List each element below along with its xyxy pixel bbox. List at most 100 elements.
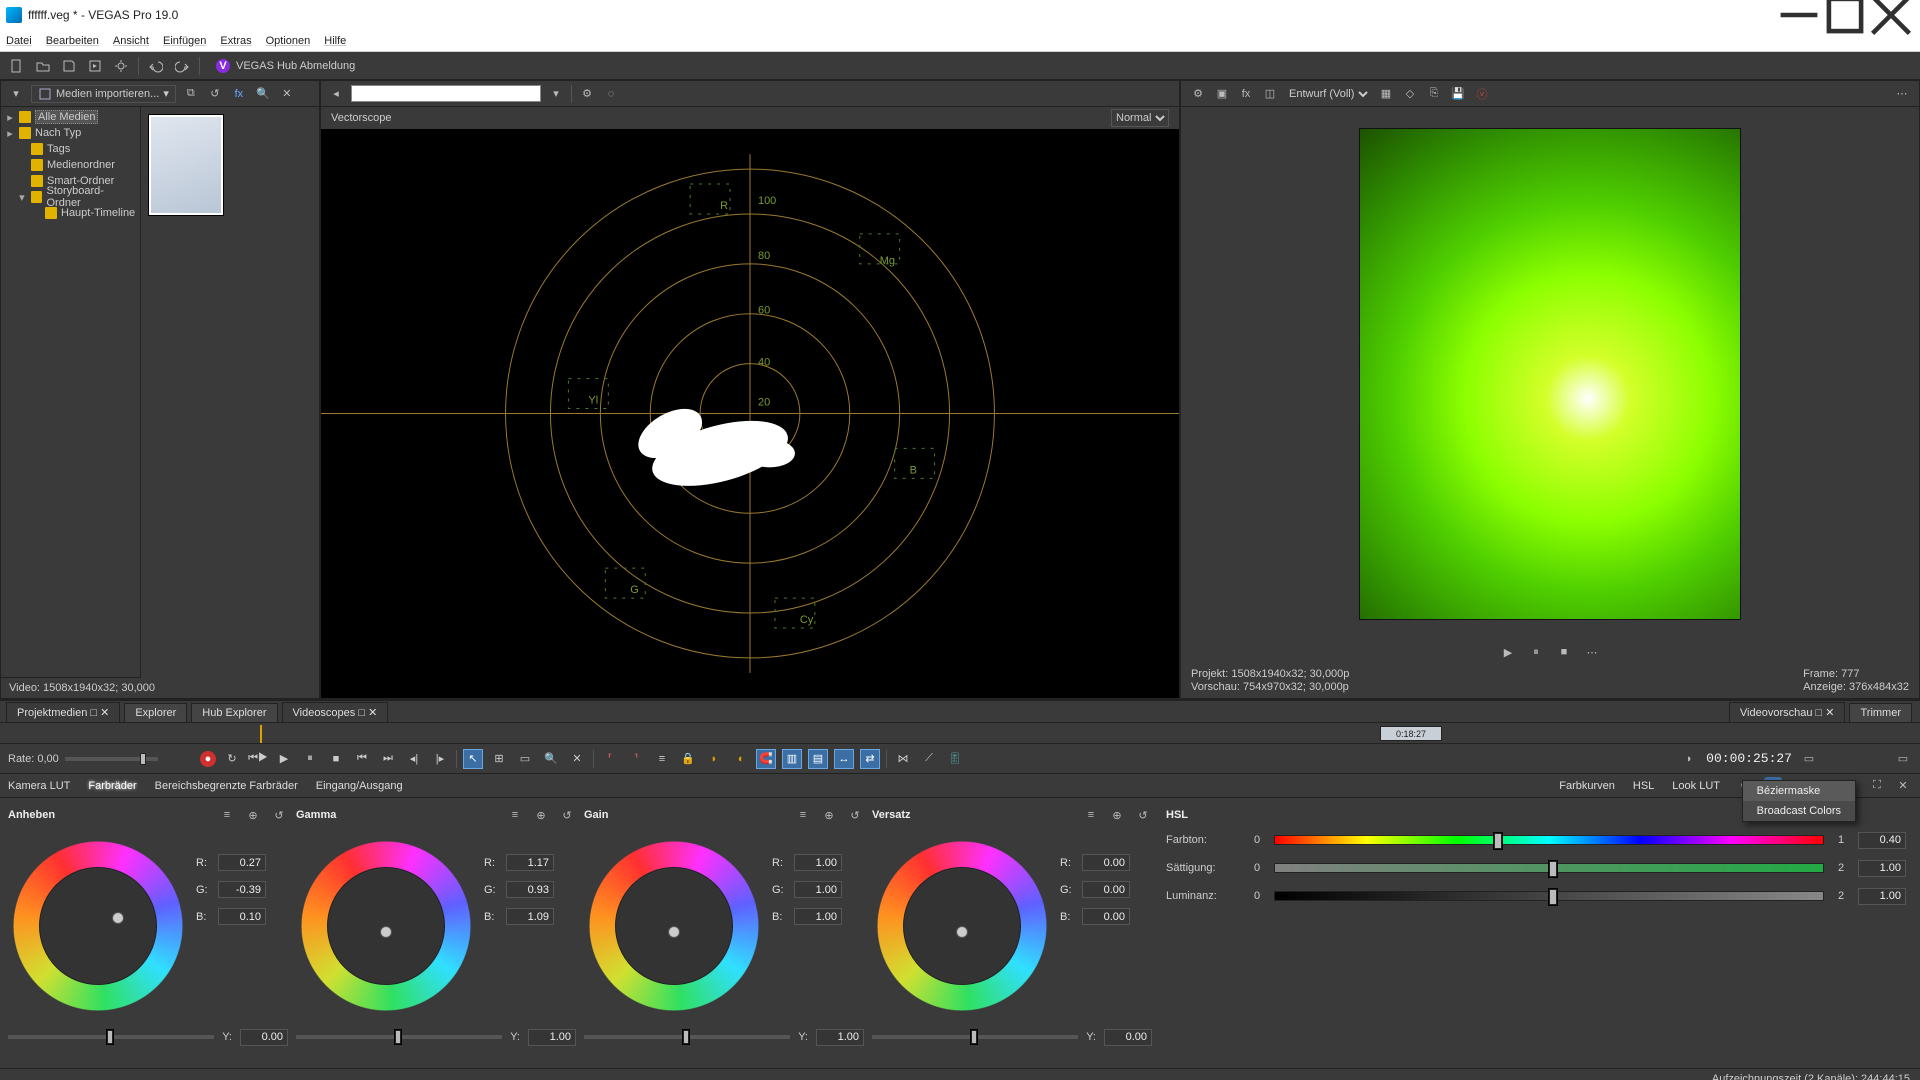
wheel-b-input[interactable] — [218, 908, 266, 925]
wheel-sliders-icon[interactable]: ≡ — [1082, 806, 1100, 824]
crossfade-button[interactable]: ⋈ — [893, 749, 913, 769]
wheel-b-input[interactable] — [1082, 908, 1130, 925]
tab-trimmer[interactable]: Trimmer — [1849, 703, 1912, 722]
render-icon[interactable] — [86, 57, 104, 75]
hsl-hue-input[interactable] — [1858, 832, 1906, 849]
wheel-y-input[interactable] — [816, 1029, 864, 1046]
preview-grid-icon[interactable]: ▦ — [1377, 85, 1395, 103]
color-wheel[interactable] — [8, 826, 188, 1026]
record-button[interactable]: ● — [200, 751, 216, 767]
tree-haupt-timeline[interactable]: Haupt-Timeline — [3, 205, 138, 221]
tab-look-lut[interactable]: Look LUT — [1672, 780, 1720, 792]
split-button[interactable]: ≡ — [652, 749, 672, 769]
tab-hub-explorer[interactable]: Hub Explorer — [191, 703, 277, 722]
autofade-button[interactable]: ⟋ — [919, 749, 939, 769]
scope-search-input[interactable] — [351, 85, 541, 102]
timecode-display[interactable]: 00:00:25:27 — [1706, 751, 1792, 766]
preview-stop-button[interactable]: ■ — [1555, 643, 1573, 661]
scope-settings-icon[interactable]: ⚙ — [578, 85, 596, 103]
new-project-icon[interactable] — [8, 57, 26, 75]
scope-dropdown-icon[interactable]: ▾ — [547, 85, 565, 103]
wheel-r-input[interactable] — [794, 854, 842, 871]
preview-fx-icon[interactable]: fx — [1237, 85, 1255, 103]
wheel-sliders-icon[interactable]: ≡ — [218, 806, 236, 824]
mixer-button[interactable]: 🎚 — [945, 749, 965, 769]
tab-videoscopes[interactable]: Videoscopes □ ✕ — [282, 702, 389, 722]
menu-ansicht[interactable]: Ansicht — [113, 35, 149, 47]
hsl-lum-slider[interactable] — [1274, 891, 1824, 901]
tab-eingang-ausgang[interactable]: Eingang/Ausgang — [316, 780, 403, 792]
tab-close-icon[interactable]: ✕ — [368, 707, 377, 719]
wheel-handle[interactable] — [668, 926, 680, 938]
close-panel-icon[interactable]: ✕ — [278, 85, 296, 103]
envelope-tool[interactable]: ⊞ — [489, 749, 509, 769]
play-button[interactable]: ▶ — [274, 749, 294, 769]
hsl-hue-slider[interactable] — [1274, 835, 1824, 845]
wheel-g-input[interactable] — [1082, 881, 1130, 898]
play-start-button[interactable]: ⏮▶ — [248, 749, 268, 769]
go-end-button[interactable]: ⏭ — [378, 749, 398, 769]
scope-mode-select[interactable]: Normal — [1111, 109, 1169, 127]
wheel-reset-icon[interactable]: ↺ — [270, 806, 288, 824]
hub-status[interactable]: V VEGAS Hub Abmeldung — [216, 59, 355, 73]
rate-slider[interactable] — [65, 757, 158, 761]
wheel-handle[interactable] — [380, 926, 392, 938]
search-icon[interactable]: 🔍 — [254, 85, 272, 103]
hsl-sat-input[interactable] — [1858, 860, 1906, 877]
preview-copy-icon[interactable]: ⎘ — [1425, 85, 1443, 103]
normal-edit-tool[interactable]: ↖ — [463, 749, 483, 769]
media-tree[interactable]: ▸Alle Medien ▸Nach Typ Tags Medienordner… — [1, 107, 141, 678]
wheel-handle[interactable] — [112, 912, 124, 924]
quantize-button[interactable]: ▥ — [782, 749, 802, 769]
save-icon[interactable] — [60, 57, 78, 75]
trim-start-button[interactable]: ⸢ — [600, 749, 620, 769]
import-media-button[interactable]: Medien importieren... ▾ — [31, 85, 176, 103]
wheel-y-slider[interactable] — [8, 1035, 214, 1039]
menu-hilfe[interactable]: Hilfe — [324, 35, 346, 47]
timeline-clip[interactable]: 0:18:27 — [1380, 726, 1442, 741]
preview-external-icon[interactable]: ▣ — [1213, 85, 1231, 103]
wheel-reset-icon[interactable]: ↺ — [1134, 806, 1152, 824]
tab-pin-icon[interactable]: □ — [358, 707, 365, 719]
preview-pause-button[interactable]: ⏸ — [1527, 643, 1545, 661]
loop-button[interactable]: ↻ — [222, 749, 242, 769]
tab-projektmedien[interactable]: Projektmedien □ ✕ — [6, 702, 120, 722]
wheel-target-icon[interactable]: ⊕ — [1108, 806, 1126, 824]
hsl-sat-slider[interactable] — [1274, 863, 1824, 873]
wheel-g-input[interactable] — [506, 881, 554, 898]
hsl-lum-input[interactable] — [1858, 888, 1906, 905]
properties-icon[interactable] — [112, 57, 130, 75]
media-thumbnail[interactable] — [149, 115, 223, 215]
tab-pin-icon[interactable]: □ — [1816, 707, 1823, 719]
wheel-g-input[interactable] — [218, 881, 266, 898]
preview-viewport[interactable] — [1181, 107, 1919, 640]
wheel-r-input[interactable] — [1082, 854, 1130, 871]
delete-tool[interactable]: ✕ — [567, 749, 587, 769]
color-wheel[interactable] — [296, 826, 476, 1026]
wheel-handle[interactable] — [956, 926, 968, 938]
open-icon[interactable] — [34, 57, 52, 75]
wheel-y-slider[interactable] — [296, 1035, 502, 1039]
ctx-broadcast-colors[interactable]: Broadcast Colors — [1743, 801, 1855, 821]
go-start-button[interactable]: ⏮ — [352, 749, 372, 769]
preview-more-icon[interactable]: ⋯ — [1893, 85, 1911, 103]
timecode-dropdown-icon[interactable]: ▭ — [1800, 750, 1818, 768]
marker-flag1[interactable]: ◗ — [704, 749, 724, 769]
ripple-all-button[interactable]: ⇄ — [860, 749, 880, 769]
prev-frame-button[interactable]: ◂| — [404, 749, 424, 769]
wheel-reset-icon[interactable]: ↺ — [558, 806, 576, 824]
tab-farbraeder[interactable]: Farbräder — [88, 780, 136, 792]
wheel-y-input[interactable] — [240, 1029, 288, 1046]
media-thumbnails[interactable] — [141, 107, 319, 678]
pause-button[interactable]: ⏸ — [300, 749, 320, 769]
menu-optionen[interactable]: Optionen — [266, 35, 311, 47]
color-wheel[interactable] — [584, 826, 764, 1026]
autoripple-button[interactable]: ↔ — [834, 749, 854, 769]
zoom-tool[interactable]: 🔍 — [541, 749, 561, 769]
wheel-r-input[interactable] — [506, 854, 554, 871]
tab-farbkurven[interactable]: Farbkurven — [1559, 780, 1615, 792]
media-dropdown-icon[interactable]: ▾ — [7, 85, 25, 103]
tab-hsl[interactable]: HSL — [1633, 780, 1654, 792]
wheel-sliders-icon[interactable]: ≡ — [794, 806, 812, 824]
marker-flag2[interactable]: ◖ — [730, 749, 750, 769]
